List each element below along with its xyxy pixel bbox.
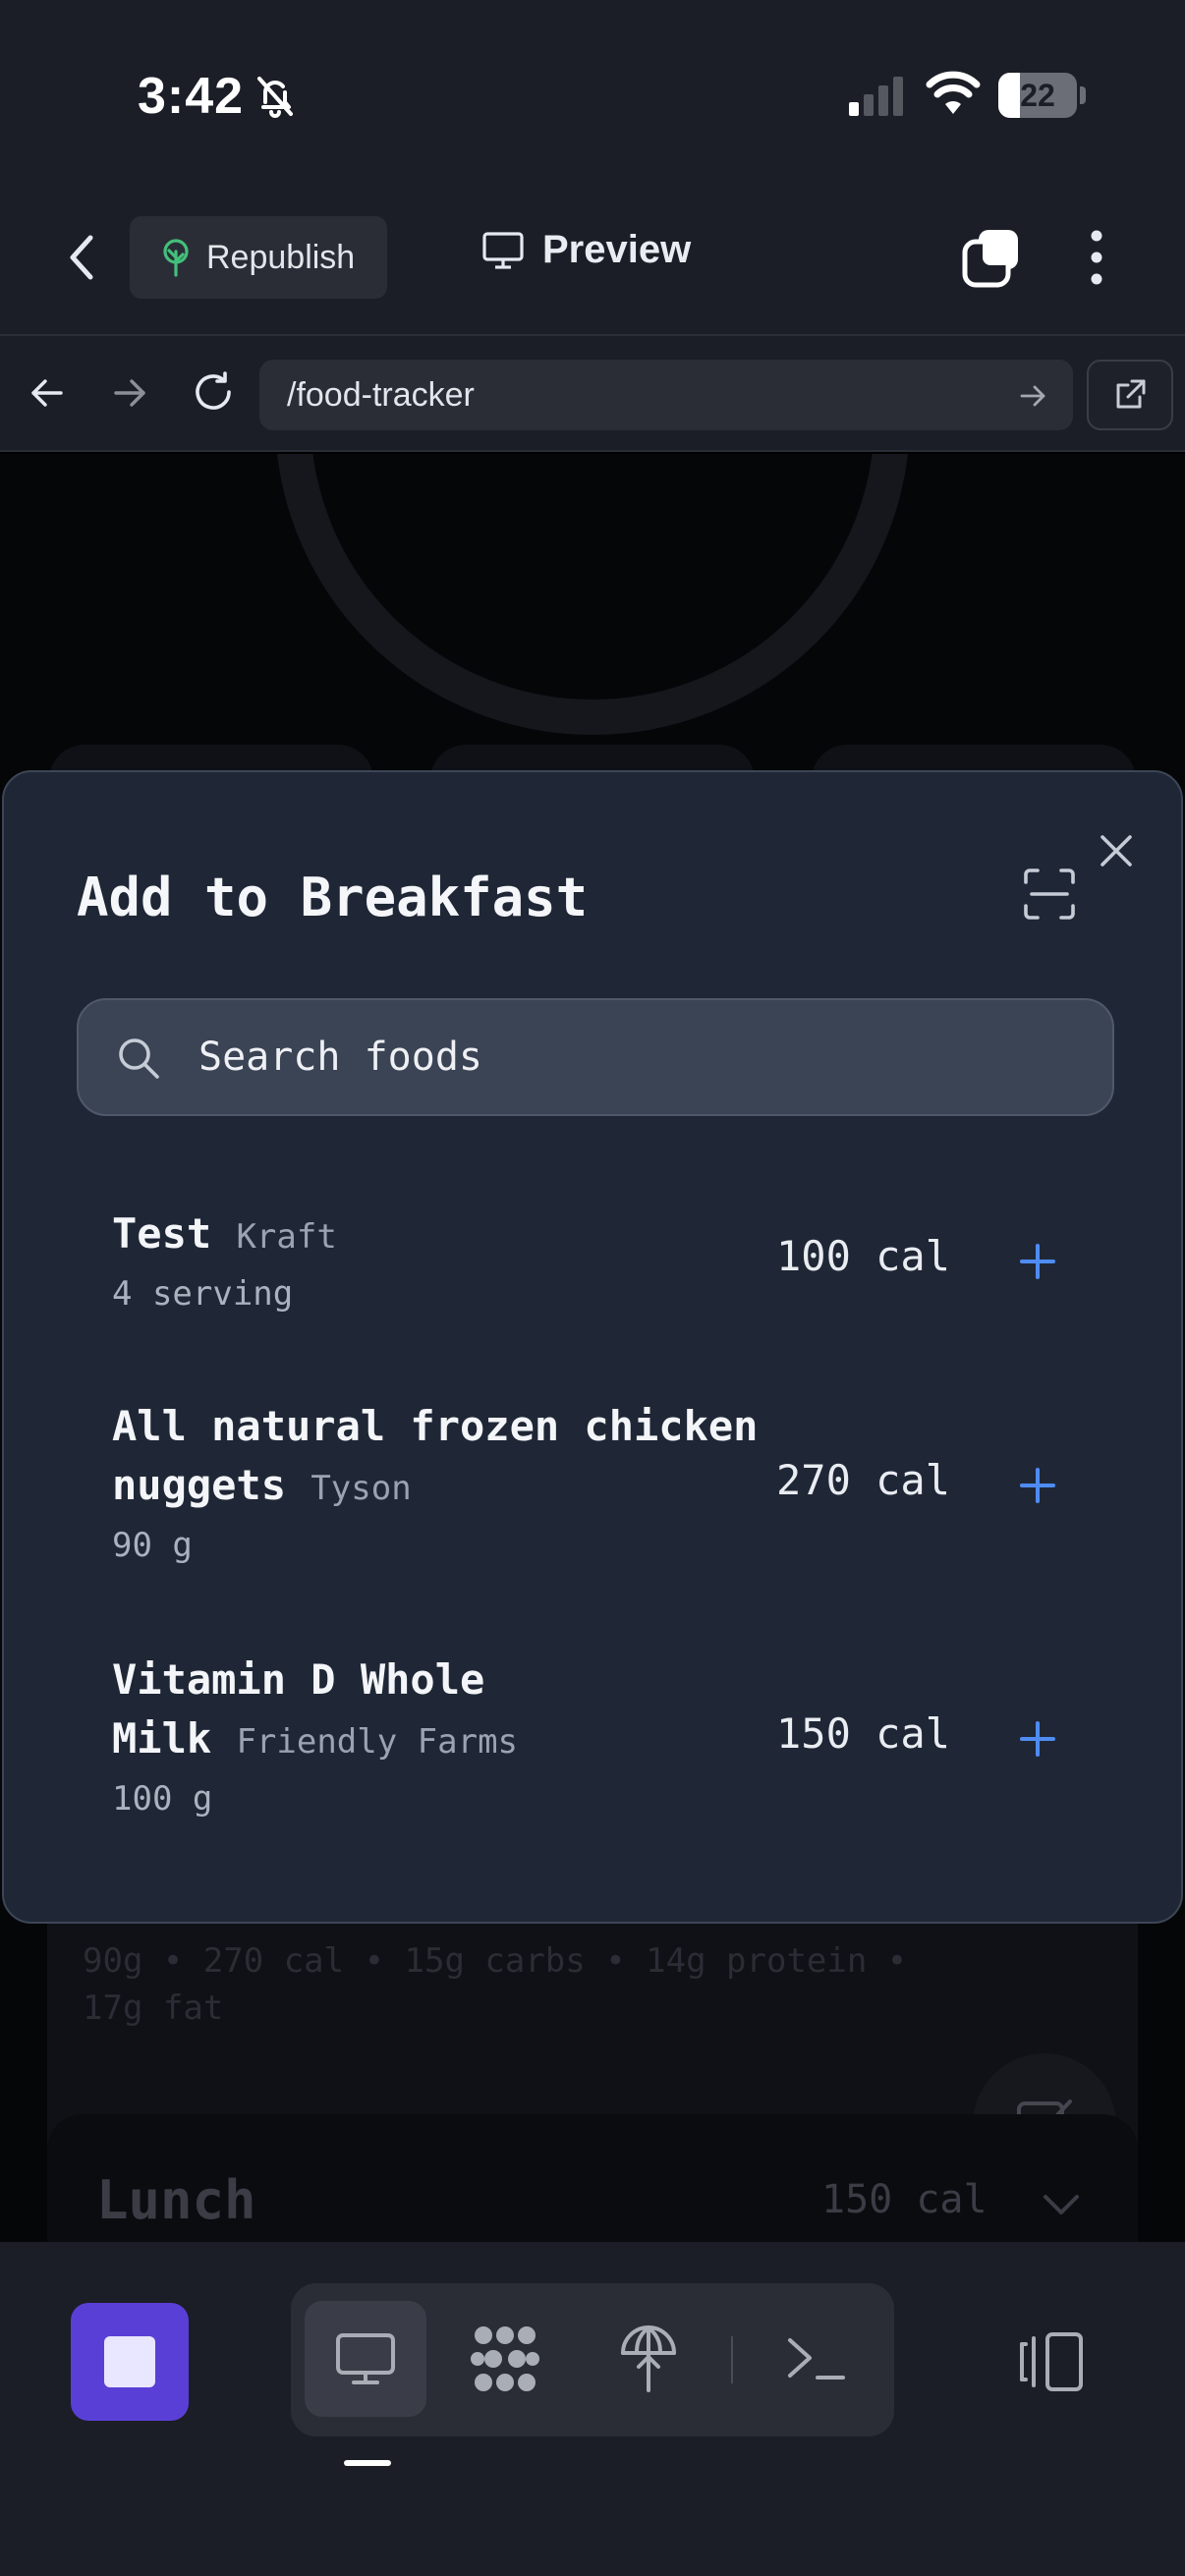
back-icon[interactable] <box>57 226 110 289</box>
lunch-title: Lunch <box>96 2169 256 2231</box>
external-link-icon[interactable] <box>1087 360 1173 430</box>
add-food-modal: Add to Breakfast Test Kraft 4 serving 10… <box>2 770 1183 1924</box>
stop-icon <box>104 2336 155 2387</box>
url-go-icon[interactable] <box>1018 381 1047 411</box>
food-item-whole-milk[interactable]: Vitamin D Whole Milk Friendly Farms 100 … <box>112 1651 1114 1826</box>
stop-button[interactable] <box>71 2303 189 2421</box>
wifi-icon <box>926 71 981 114</box>
food-serving: 90 g <box>112 1526 193 1565</box>
plus-icon[interactable] <box>1010 1234 1065 1289</box>
arrow-right-icon[interactable] <box>110 373 149 413</box>
food-name: All natural frozen chicken nuggets <box>112 1402 759 1509</box>
close-icon[interactable] <box>1093 827 1140 874</box>
tree-icon <box>163 239 189 277</box>
app-header: 3:42 22 Republish Preview <box>0 0 1185 334</box>
reload-icon[interactable] <box>191 369 236 415</box>
scan-icon[interactable] <box>1022 867 1077 922</box>
food-serving: 100 g <box>112 1779 213 1819</box>
food-item-test[interactable]: Test Kraft 4 serving 100 cal <box>112 1204 1114 1321</box>
food-brand: Tyson <box>310 1469 412 1508</box>
food-item-chicken-nuggets[interactable]: All natural frozen chicken nuggets Tyson… <box>112 1397 1114 1573</box>
signal-icon <box>849 75 906 116</box>
split-view-icon[interactable] <box>1016 2328 1087 2395</box>
monitor-icon <box>482 231 524 269</box>
url-field[interactable]: /food-tracker <box>259 360 1073 430</box>
battery-nub <box>1080 86 1086 104</box>
preview-label: Preview <box>542 228 692 271</box>
search-field[interactable] <box>77 998 1114 1116</box>
mode-switcher <box>291 2283 894 2436</box>
lunch-calories: 150 cal <box>821 2177 988 2222</box>
terminal-icon[interactable] <box>755 2301 876 2417</box>
divider <box>731 2336 733 2383</box>
home-indicator <box>344 2460 391 2466</box>
monitor-icon[interactable] <box>305 2301 426 2417</box>
status-time: 3:42 <box>138 68 245 125</box>
arrow-left-icon[interactable] <box>28 373 67 413</box>
more-icon[interactable] <box>1077 228 1116 287</box>
battery-indicator: 22 <box>998 73 1077 118</box>
bell-slash-icon <box>252 73 299 120</box>
grid-icon[interactable] <box>444 2301 566 2417</box>
food-calories: 100 cal <box>776 1232 951 1280</box>
url-text: /food-tracker <box>287 375 475 414</box>
search-input[interactable] <box>198 1000 1063 1114</box>
modal-title: Add to Breakfast <box>77 867 589 928</box>
plus-icon[interactable] <box>1010 1711 1065 1766</box>
bottom-toolbar <box>0 2242 1185 2576</box>
food-calories: 150 cal <box>776 1709 951 1758</box>
tabs-icon[interactable] <box>961 226 1022 289</box>
plus-icon[interactable] <box>1010 1458 1065 1513</box>
preview-button[interactable]: Preview <box>481 228 691 272</box>
food-calories: 270 cal <box>776 1456 951 1504</box>
food-name: Test <box>112 1209 212 1258</box>
calorie-ring <box>275 454 910 735</box>
food-brand: Friendly Farms <box>236 1722 519 1762</box>
browser-bar: /food-tracker <box>0 334 1185 452</box>
globe-icon[interactable] <box>588 2301 709 2417</box>
meal-entry-detail: 90g • 270 cal • 15g carbs • 14g protein … <box>83 1941 908 2028</box>
republish-button[interactable]: Republish <box>130 216 387 299</box>
republish-label: Republish <box>206 238 356 276</box>
search-icon <box>116 1036 161 1081</box>
food-brand: Kraft <box>236 1217 337 1257</box>
food-serving: 4 serving <box>112 1274 294 1314</box>
chevron-down-icon[interactable] <box>1042 2193 1081 2216</box>
